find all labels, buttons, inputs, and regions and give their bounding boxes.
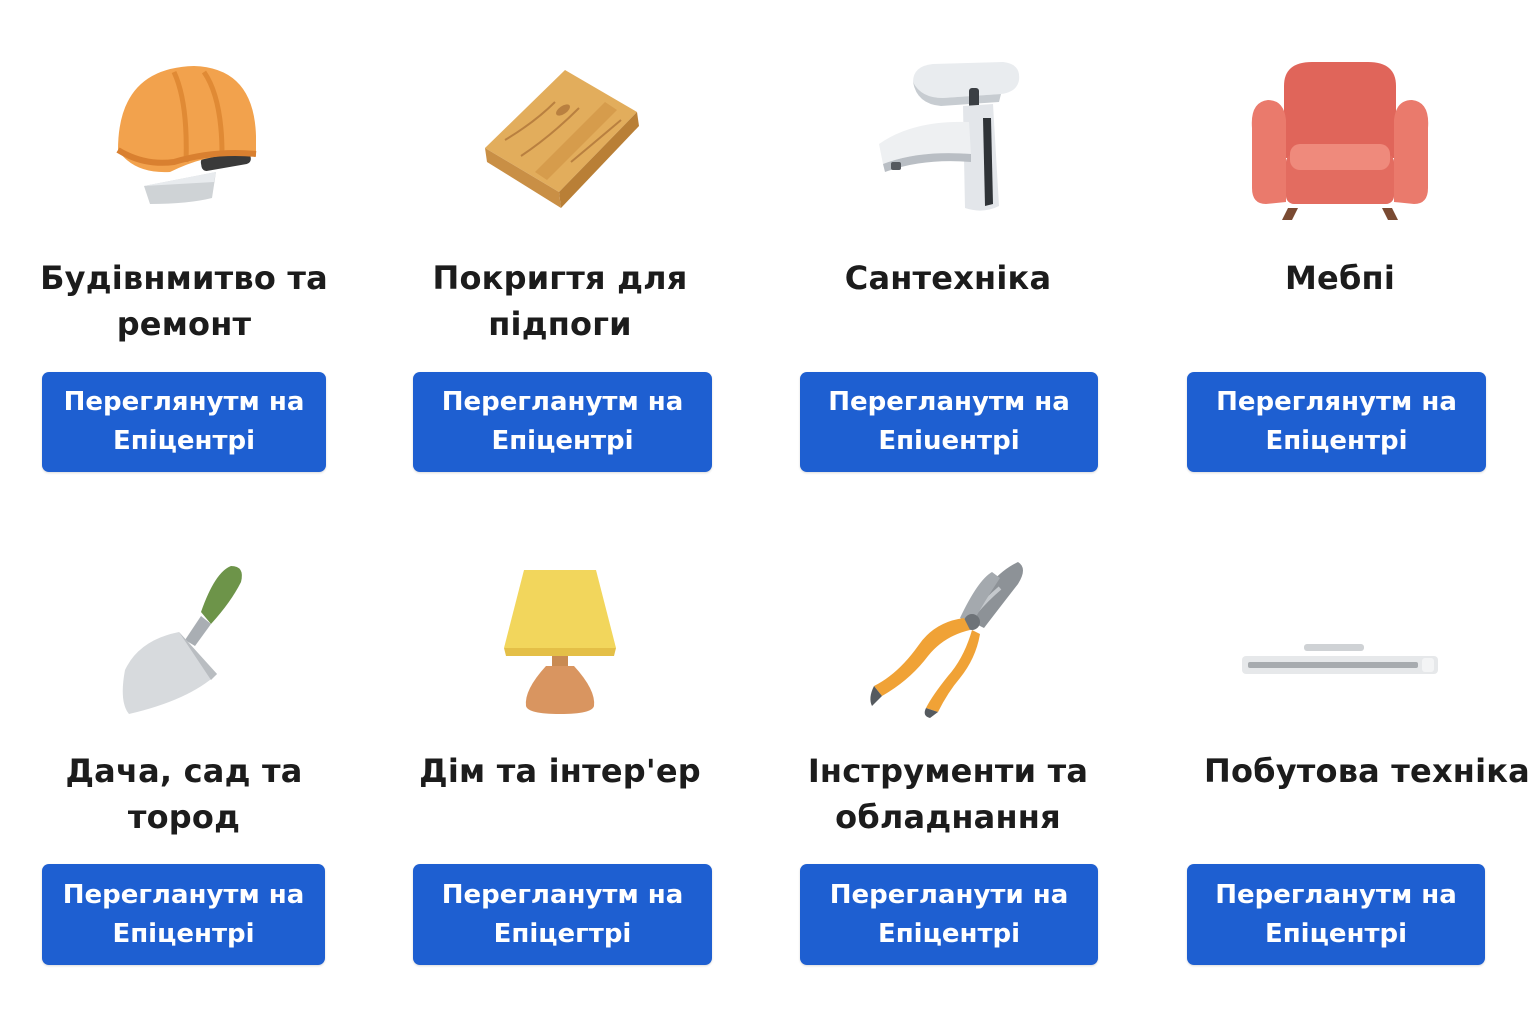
button-label-line: Епіцегтрі xyxy=(493,918,632,949)
button-label-line: Епіцентрі xyxy=(491,426,634,456)
view-on-epicentr-button[interactable]: Переглянутм на Епіцентрі xyxy=(1187,372,1486,472)
faucet-icon xyxy=(873,58,1023,218)
category-card-home-interior: Дім та інтер'ер Перегланутм на Епіцегтрі xyxy=(368,540,752,980)
view-on-epicentr-button[interactable]: Переглянутм на Епіцентрі xyxy=(42,372,326,472)
button-label-line: Епіцентрі xyxy=(112,426,256,456)
category-card-flooring: Покригтя для підпоги Перегланутм на Епіц… xyxy=(368,40,752,480)
category-title: Побутова техніка xyxy=(1184,748,1536,794)
wood-plank-icon xyxy=(475,62,645,222)
button-label-line: Епіцентрі xyxy=(112,918,255,949)
hard-hat-icon xyxy=(104,58,264,218)
category-card-garden: Дача, сад та тород Перегланутм на Епіцен… xyxy=(0,540,368,980)
armchair-icon xyxy=(1248,58,1432,222)
button-label-line: Перегланутм на xyxy=(441,387,684,417)
view-on-epicentr-button[interactable]: Перегланутм на Епіцегтрі xyxy=(413,864,712,965)
view-on-epicentr-button[interactable]: Перегланутм на Епіuентрі xyxy=(800,372,1098,472)
category-title-line: ремонт xyxy=(116,305,252,343)
table-lamp-icon xyxy=(500,566,620,716)
button-label-line: Епіцентрі xyxy=(877,918,1021,949)
category-title-line: Дім та інтер'ер xyxy=(419,752,701,790)
trowel-icon xyxy=(119,562,249,722)
button-label-line: Перегланутм на xyxy=(441,879,684,910)
button-label-line: Епіцентрі xyxy=(1265,426,1408,456)
category-title-line: Сантехніка xyxy=(844,259,1052,297)
button-label-line: Переглянутм на xyxy=(1216,387,1457,417)
category-card-plumbing: Сантехніка Перегланутм на Епіuентрі xyxy=(752,40,1144,480)
categories-page: { "colors": { "button_bg": "#1e5fd1", "b… xyxy=(0,0,1536,1024)
category-card-appliances: Побутова техніка Перегланутм на Епіцентр… xyxy=(1144,540,1536,980)
button-label-line: Перегланутм на xyxy=(62,879,305,910)
category-title-line: Будівнмитво та xyxy=(40,259,328,297)
button-label-line: Переглянутм на xyxy=(63,387,305,417)
button-label-line: Перегланути на xyxy=(829,879,1069,910)
view-on-epicentr-button[interactable]: Перегланутм на Епіцентрі xyxy=(1187,864,1485,965)
category-title-line: обладнання xyxy=(835,798,1061,836)
button-label-line: Перегланутм на xyxy=(828,387,1070,417)
category-title: Будівнмитво та ремонт xyxy=(0,255,368,347)
category-card-furniture: Мебпі Переглянутм на Епіцентрі xyxy=(1144,40,1536,480)
pliers-icon xyxy=(868,558,1028,718)
category-title-line: Покригтя для xyxy=(432,259,688,297)
category-title: Дача, сад та тород xyxy=(0,748,368,840)
category-title-line: Інструменти та xyxy=(807,752,1089,790)
view-on-epicentr-button[interactable]: Перегланутм на Епіцентрі xyxy=(42,864,325,965)
category-title: Дім та інтер'ер xyxy=(368,748,752,794)
category-title-line: Побутова техніка xyxy=(1204,752,1530,790)
button-label-line: Епіuентрі xyxy=(878,426,1020,456)
category-title: Покригтя для підпоги xyxy=(368,255,752,347)
view-on-epicentr-button[interactable]: Перегланутм на Епіцентрі xyxy=(413,372,712,472)
category-title-line: Дача, сад та xyxy=(65,752,303,790)
category-card-tools: Інструменти та обладнання Перегланути на… xyxy=(752,540,1144,980)
category-title: Інструменти та обладнання xyxy=(752,748,1144,840)
category-title-line: Мебпі xyxy=(1285,259,1395,297)
view-on-epicentr-button[interactable]: Перегланути на Епіцентрі xyxy=(800,864,1098,965)
category-title-line: підпоги xyxy=(488,305,632,343)
button-label-line: Епіцентрі xyxy=(1264,918,1408,949)
button-label-line: Перегланутм на xyxy=(1215,879,1457,910)
category-title-line: тород xyxy=(127,798,241,836)
category-title: Сантехніка xyxy=(752,255,1144,301)
category-title: Мебпі xyxy=(1144,255,1536,301)
category-card-construction: Будівнмитво та ремонт Переглянутм на Епі… xyxy=(0,40,368,480)
appliance-icon xyxy=(1240,640,1440,680)
